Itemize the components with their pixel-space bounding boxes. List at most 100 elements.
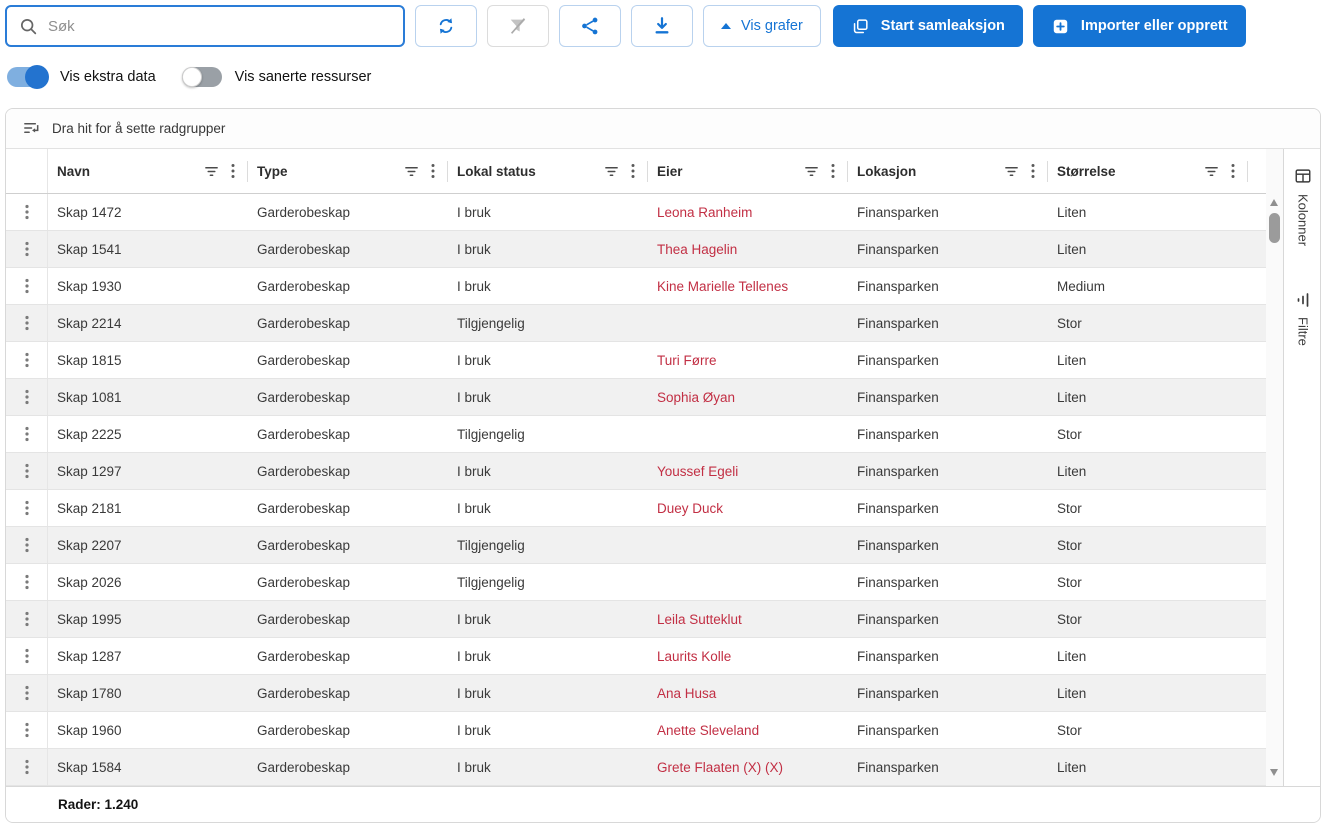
cell-storrelse: Liten	[1048, 379, 1248, 415]
cell-eier[interactable]: Grete Flaaten (X) (X)	[648, 749, 848, 785]
search-box[interactable]	[5, 5, 405, 47]
column-header-størrelse[interactable]: Størrelse	[1048, 149, 1248, 193]
cell-eier[interactable]: Leila Sutteklut	[648, 601, 848, 637]
cell-type: Garderobeskap	[248, 675, 448, 711]
column-header-eier[interactable]: Eier	[648, 149, 848, 193]
cell-storrelse: Liten	[1048, 749, 1248, 785]
scroll-down-icon[interactable]	[1270, 769, 1278, 776]
cell-type: Garderobeskap	[248, 749, 448, 785]
cell-eier[interactable]: Turi Førre	[648, 342, 848, 378]
row-menu-icon	[25, 463, 29, 479]
column-filter-icon[interactable]	[604, 164, 619, 179]
scrollbar-thumb[interactable]	[1269, 213, 1280, 243]
column-header-label: Lokasjon	[857, 164, 1004, 179]
row-menu-button[interactable]	[6, 453, 48, 489]
row-menu-button[interactable]	[6, 638, 48, 674]
cell-eier[interactable]: Duey Duck	[648, 490, 848, 526]
column-header-label: Lokal status	[457, 164, 604, 179]
cell-status: I bruk	[448, 453, 648, 489]
refresh-button[interactable]	[415, 5, 477, 47]
column-filter-icon[interactable]	[1004, 164, 1019, 179]
row-menu-icon	[25, 278, 29, 294]
cell-storrelse: Stor	[1048, 416, 1248, 452]
table-row: Skap 1780GarderobeskapI brukAna HusaFina…	[6, 675, 1266, 712]
vis-ekstra-data-toggle[interactable]	[7, 67, 47, 87]
row-menu-button[interactable]	[6, 527, 48, 563]
row-menu-button[interactable]	[6, 268, 48, 304]
row-group-drop-zone[interactable]: Dra hit for å sette radgrupper	[6, 109, 1320, 149]
tab-kolonner[interactable]: Kolonner	[1294, 167, 1312, 246]
cell-storrelse: Medium	[1048, 268, 1248, 304]
column-header-type[interactable]: Type	[248, 149, 448, 193]
plus-square-icon	[1051, 17, 1070, 36]
cell-type: Garderobeskap	[248, 231, 448, 267]
cell-type: Garderobeskap	[248, 268, 448, 304]
column-filter-icon[interactable]	[804, 164, 819, 179]
row-menu-button[interactable]	[6, 749, 48, 785]
search-icon	[19, 17, 38, 36]
share-button[interactable]	[559, 5, 621, 47]
vis-ekstra-data-label: Vis ekstra data	[60, 69, 156, 85]
column-filter-icon[interactable]	[1204, 164, 1219, 179]
cell-type: Garderobeskap	[248, 194, 448, 230]
start-samleaksjon-button[interactable]: Start samleaksjon	[833, 5, 1023, 47]
importer-button[interactable]: Importer eller opprett	[1033, 5, 1246, 47]
column-menu-icon[interactable]	[831, 163, 835, 179]
cell-status: I bruk	[448, 675, 648, 711]
row-menu-button[interactable]	[6, 564, 48, 600]
cell-storrelse: Liten	[1048, 342, 1248, 378]
download-button[interactable]	[631, 5, 693, 47]
cell-eier[interactable]: Thea Hagelin	[648, 231, 848, 267]
table-row: Skap 1995GarderobeskapI brukLeila Suttek…	[6, 601, 1266, 638]
column-menu-icon[interactable]	[431, 163, 435, 179]
cell-eier[interactable]: Leona Ranheim	[648, 194, 848, 230]
column-menu-icon[interactable]	[631, 163, 635, 179]
cell-eier	[648, 305, 848, 341]
column-filter-icon[interactable]	[204, 164, 219, 179]
columns-panel-icon	[1294, 167, 1312, 185]
cell-eier	[648, 527, 848, 563]
row-menu-button[interactable]	[6, 601, 48, 637]
caret-up-icon	[721, 23, 731, 29]
column-menu-icon[interactable]	[1231, 163, 1235, 179]
column-header-lokal-status[interactable]: Lokal status	[448, 149, 648, 193]
row-menu-button[interactable]	[6, 231, 48, 267]
scroll-up-icon[interactable]	[1270, 199, 1278, 206]
clear-filter-button[interactable]	[487, 5, 549, 47]
row-menu-button[interactable]	[6, 416, 48, 452]
cell-lokasjon: Finansparken	[848, 638, 1048, 674]
table-row: Skap 2214GarderobeskapTilgjengeligFinans…	[6, 305, 1266, 342]
column-menu-icon[interactable]	[231, 163, 235, 179]
cell-eier[interactable]: Laurits Kolle	[648, 638, 848, 674]
cell-status: I bruk	[448, 749, 648, 785]
column-header-navn[interactable]: Navn	[48, 149, 248, 193]
column-filter-icon[interactable]	[404, 164, 419, 179]
cell-eier[interactable]: Youssef Egeli	[648, 453, 848, 489]
tab-filtre[interactable]: Filtre	[1295, 292, 1311, 346]
row-menu-button[interactable]	[6, 675, 48, 711]
cell-lokasjon: Finansparken	[848, 749, 1048, 785]
row-menu-button[interactable]	[6, 379, 48, 415]
vis-sanerte-ressurser-toggle[interactable]	[182, 67, 222, 87]
cell-eier[interactable]: Ana Husa	[648, 675, 848, 711]
download-icon	[651, 15, 673, 37]
row-menu-button[interactable]	[6, 305, 48, 341]
row-menu-button[interactable]	[6, 490, 48, 526]
row-menu-button[interactable]	[6, 342, 48, 378]
vis-grafer-button[interactable]: Vis grafer	[703, 5, 821, 47]
search-input[interactable]	[48, 18, 391, 35]
table-row: Skap 2225GarderobeskapTilgjengeligFinans…	[6, 416, 1266, 453]
cell-lokasjon: Finansparken	[848, 268, 1048, 304]
column-header-lokasjon[interactable]: Lokasjon	[848, 149, 1048, 193]
column-menu-icon[interactable]	[1031, 163, 1035, 179]
table-row: Skap 2207GarderobeskapTilgjengeligFinans…	[6, 527, 1266, 564]
cell-navn: Skap 2214	[48, 305, 248, 341]
cell-eier[interactable]: Kine Marielle Tellenes	[648, 268, 848, 304]
cell-eier[interactable]: Sophia Øyan	[648, 379, 848, 415]
cell-eier[interactable]: Anette Sleveland	[648, 712, 848, 748]
row-menu-button[interactable]	[6, 712, 48, 748]
vertical-scrollbar[interactable]	[1266, 149, 1283, 786]
table-row: Skap 2181GarderobeskapI brukDuey DuckFin…	[6, 490, 1266, 527]
row-menu-button[interactable]	[6, 194, 48, 230]
cell-lokasjon: Finansparken	[848, 194, 1048, 230]
